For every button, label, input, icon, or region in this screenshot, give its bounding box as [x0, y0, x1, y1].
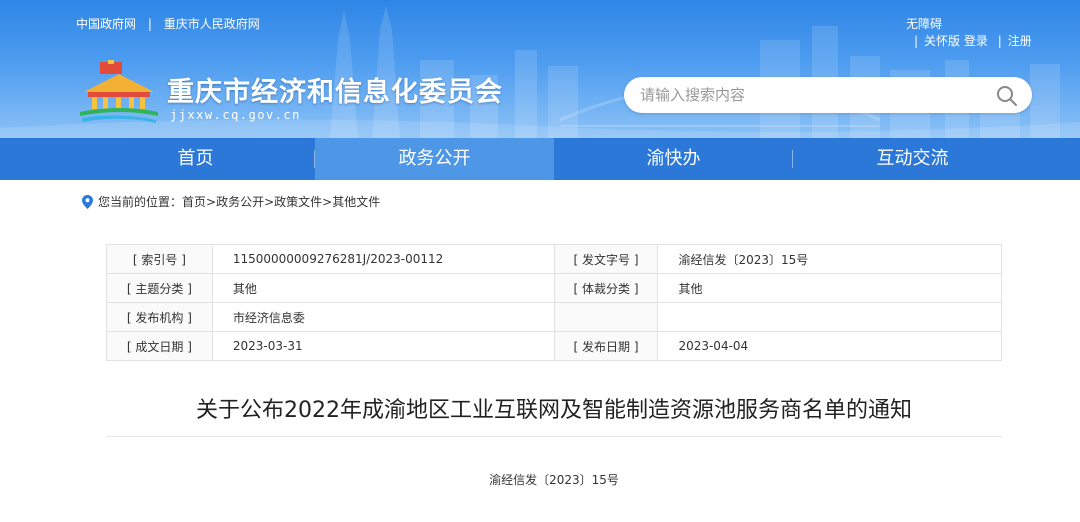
meta-value-publish-date: 2023-04-04 — [657, 331, 1002, 361]
top-links: 中国政府网 | 重庆市人民政府网 — [76, 15, 260, 32]
article-title: 关于公布2022年成渝地区工业互联网及智能制造资源池服务商名单的通知 — [196, 398, 912, 423]
nav-item-home[interactable]: 首页 — [76, 138, 315, 180]
link-cq-gov[interactable]: 重庆市人民政府网 — [164, 17, 260, 31]
meta-label-doc-no: [ 发文字号 ] — [553, 244, 659, 274]
meta-label-written-date: [ 成文日期 ] — [106, 331, 213, 361]
nav-item-government-affairs[interactable]: 政务公开 — [315, 138, 554, 180]
nav-item-label: 渝快办 — [646, 148, 701, 169]
table-row: [ 成文日期 ] 2023-03-31 [ 发布日期 ] 2023-04-04 — [106, 331, 1002, 361]
nav-item-label: 首页 — [177, 148, 214, 169]
breadcrumb: 您当前的位置： 首页 >政务公开 >政策文件 >其他文件 — [82, 193, 380, 210]
utility-separator: | — [997, 34, 1002, 48]
table-row: [ 索引号 ] 11500000009276281J/2023-00112 [ … — [106, 244, 1002, 274]
meta-label-genre: [ 体裁分类 ] — [553, 273, 659, 303]
meta-value-index-no: 11500000009276281J/2023-00112 — [211, 244, 555, 274]
document-meta-table: [ 索引号 ] 11500000009276281J/2023-00112 [ … — [106, 244, 1002, 361]
meta-label-publisher: [ 发布机构 ] — [106, 302, 213, 332]
title-divider — [106, 436, 1002, 437]
register-link[interactable]: 注册 — [1008, 34, 1032, 48]
search-icon[interactable] — [996, 85, 1018, 107]
meta-label-publish-date: [ 发布日期 ] — [553, 331, 659, 361]
meta-label-empty — [553, 302, 659, 332]
accessibility-link[interactable]: 无障碍 — [906, 15, 942, 32]
site-header: 中国政府网 | 重庆市人民政府网 无障碍 | 关怀版 登录 | 注册 重庆市经济和信… — [0, 0, 1080, 138]
breadcrumb-item-policy-documents[interactable]: >政策文件 — [264, 193, 322, 210]
breadcrumb-item-home[interactable]: 首页 — [182, 193, 206, 210]
nav-item-label: 政务公开 — [398, 148, 471, 169]
site-logo-emblem[interactable] — [78, 60, 160, 126]
utility-links: | 关怀版 登录 | 注册 — [908, 32, 1032, 49]
table-row: [ 主题分类 ] 其他 [ 体裁分类 ] 其他 — [106, 273, 1002, 303]
link-gov-cn[interactable]: 中国政府网 — [76, 17, 136, 31]
nav-item-label: 互动交流 — [876, 148, 949, 169]
location-pin-icon — [82, 194, 93, 209]
meta-value-genre: 其他 — [657, 273, 1002, 303]
meta-value-publisher: 市经济信息委 — [211, 302, 555, 332]
nav-item-interaction[interactable]: 互动交流 — [793, 138, 1032, 180]
breadcrumb-item-government-affairs[interactable]: >政务公开 — [206, 193, 264, 210]
site-title[interactable]: 重庆市经济和信息化委员会 — [167, 70, 503, 109]
login-link[interactable]: 登录 — [964, 34, 988, 48]
search-box — [624, 77, 1032, 113]
meta-value-written-date: 2023-03-31 — [211, 331, 555, 361]
meta-value-doc-no: 渝经信发〔2023〕15号 — [657, 244, 1002, 274]
meta-label-index-no: [ 索引号 ] — [106, 244, 213, 274]
article-doc-number: 渝经信发〔2023〕15号 — [489, 473, 619, 487]
search-input[interactable] — [640, 84, 980, 106]
meta-value-empty — [657, 302, 1002, 332]
site-domain: jjxxw.cq.gov.cn — [170, 108, 301, 122]
care-mode-link[interactable]: 关怀版 — [924, 34, 960, 48]
breadcrumb-item-other-documents[interactable]: >其他文件 — [322, 193, 380, 210]
meta-label-topic: [ 主题分类 ] — [106, 273, 213, 303]
nav-item-yukuaiban[interactable]: 渝快办 — [554, 138, 793, 180]
link-separator: | — [147, 17, 152, 31]
utility-separator: | — [914, 34, 919, 48]
meta-value-topic: 其他 — [211, 273, 555, 303]
main-nav: 首页 政务公开 渝快办 互动交流 — [0, 138, 1080, 180]
breadcrumb-prefix: 您当前的位置： — [98, 195, 183, 209]
table-row: [ 发布机构 ] 市经济信息委 — [106, 302, 1002, 332]
